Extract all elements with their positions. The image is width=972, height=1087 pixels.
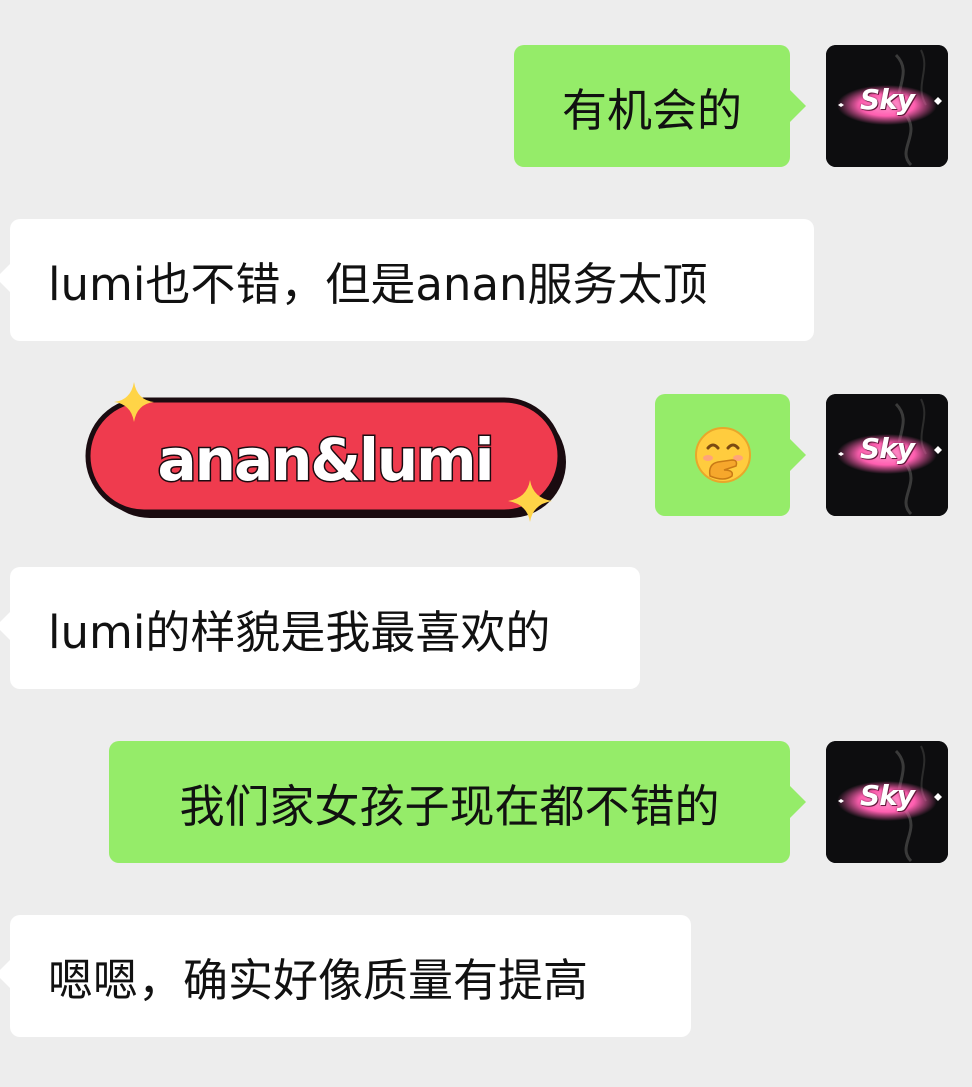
message-text: 有机会的 [561,83,742,137]
sticker-artwork: anan&lumi [85,382,566,522]
hand-over-mouth-emoji-icon [694,427,751,483]
outgoing-message-bubble[interactable]: 我们家女孩子现在都不错的 [109,741,806,863]
incoming-message-bubble[interactable]: lumi的样貌是我最喜欢的 [0,567,640,689]
message-text: lumi的样貌是我最喜欢的 [48,605,551,659]
sticker-message[interactable]: anan&lumi [78,380,578,530]
outgoing-message-bubble[interactable]: 有机会的 [514,45,806,167]
incoming-message-bubble[interactable]: 嗯嗯，确实好像质量有提高 [0,915,691,1037]
message-text: 我们家女孩子现在都不错的 [179,779,720,833]
message-text: lumi也不错，但是anan服务太顶 [48,257,708,311]
avatar[interactable]: Sky [826,394,948,516]
message-text: 嗯嗯，确实好像质量有提高 [48,953,589,1007]
incoming-message-bubble[interactable]: lumi也不错，但是anan服务太顶 [0,219,814,341]
avatar-label: Sky [859,83,915,116]
avatar[interactable]: Sky [826,741,948,863]
sticker-label: anan&lumi [158,426,493,494]
avatar-label: Sky [859,779,915,812]
avatar-label: Sky [859,432,915,465]
outgoing-emoji-bubble[interactable] [655,394,806,516]
avatar[interactable]: Sky [826,45,948,167]
